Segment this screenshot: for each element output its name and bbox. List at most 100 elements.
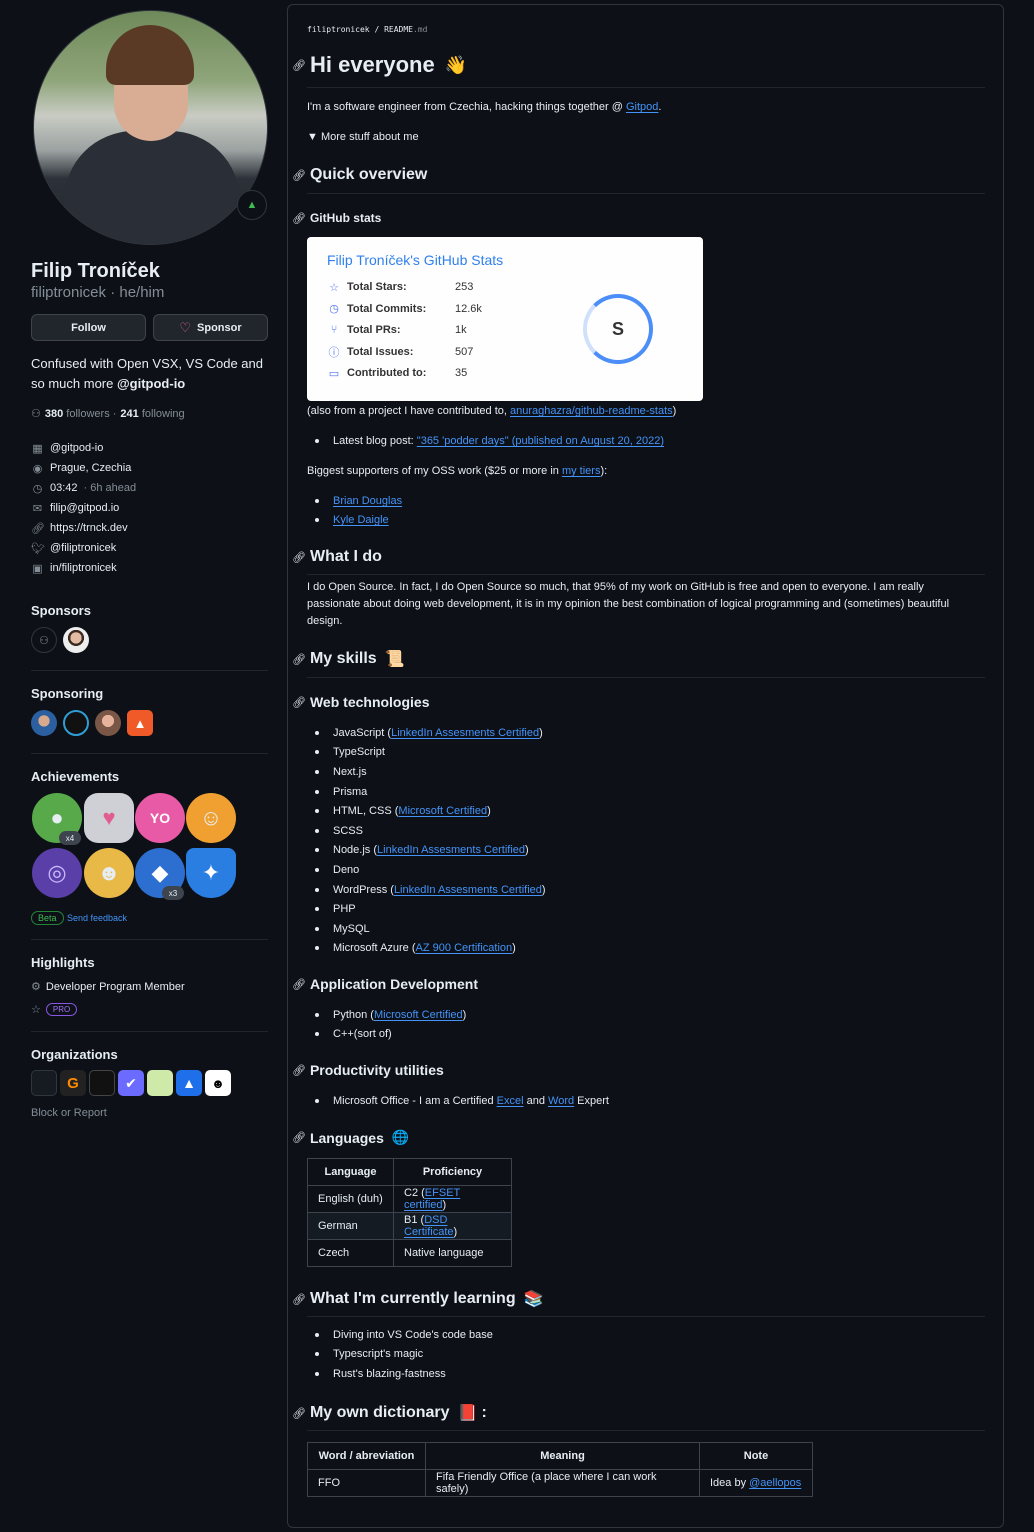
status-emoji-icon[interactable]: ▲ xyxy=(237,190,267,220)
org-avatar[interactable] xyxy=(147,1070,173,1096)
achievement-galaxy-brain-icon[interactable]: ◎ xyxy=(32,848,82,898)
follow-button[interactable]: Follow xyxy=(31,314,146,341)
detail-location: ◉ Prague, Czechia xyxy=(31,458,136,478)
app-skills-list: Python (Microsoft Certified) C++ (sort o… xyxy=(307,1005,466,1044)
excel-link[interactable]: Excel xyxy=(497,1095,524,1107)
bio-org-mention[interactable]: @gitpod-io xyxy=(117,376,185,391)
list-item: SCSS xyxy=(307,821,546,841)
section-divider xyxy=(31,939,268,940)
wave-emoji: 👋 xyxy=(444,54,468,75)
org-avatar-gitpod[interactable]: G xyxy=(60,1070,86,1096)
sponsoring-avatar[interactable] xyxy=(63,710,89,736)
sponsoring-avatar[interactable]: ▲ xyxy=(127,710,153,736)
blog-post-link[interactable]: "365 'podder days" (published on August … xyxy=(417,435,664,447)
history-icon: ◷ xyxy=(329,303,339,315)
sponsoring-avatar[interactable] xyxy=(95,710,121,736)
table-header: Word / abreviation xyxy=(307,1442,426,1470)
readme-stats-link[interactable]: anuraghazra/github-readme-stats xyxy=(510,405,673,417)
org-avatar[interactable] xyxy=(31,1070,57,1096)
skill-name: Next.js xyxy=(333,765,367,778)
anchor-link-icon[interactable]: 🔗︎ xyxy=(292,59,306,72)
triangle-down-icon: ▼ xyxy=(307,131,321,143)
achievement-yolo-icon[interactable]: YO xyxy=(135,793,185,843)
readme-breadcrumb: filiptronicek / README.md xyxy=(307,25,427,34)
detail-email[interactable]: ✉ filip@gitpod.io xyxy=(31,498,136,518)
profile-avatar[interactable] xyxy=(33,10,268,245)
anchor-link-icon[interactable]: 🔗︎ xyxy=(292,1131,306,1144)
anchor-link-icon[interactable]: 🔗︎ xyxy=(292,1293,306,1306)
time-offset: · 6h ahead xyxy=(83,482,137,494)
author-link[interactable]: @aellopos xyxy=(749,1477,801,1489)
send-feedback-link[interactable]: Send feedback xyxy=(67,913,127,923)
achievement-arctic-code-vault-icon[interactable]: ✦ xyxy=(186,848,236,898)
star-icon: ☆ xyxy=(329,281,339,294)
pull-request-icon: ⑂ xyxy=(330,324,338,336)
profile-bio: Confused with Open VSX, VS Code and so m… xyxy=(31,354,268,394)
anchor-link-icon[interactable]: 🔗︎ xyxy=(292,169,306,182)
org-avatar[interactable]: ▲ xyxy=(176,1070,202,1096)
list-item: TypeScript xyxy=(307,743,546,763)
anchor-link-icon[interactable]: 🔗︎ xyxy=(292,551,306,564)
detail-website[interactable]: 🔗︎ https://trnck.dev xyxy=(31,518,136,538)
detail-text: filip@gitpod.io xyxy=(50,502,120,514)
followers-link[interactable]: 380 followers · xyxy=(45,408,117,420)
anchor-link-icon[interactable]: 🔗︎ xyxy=(292,212,306,225)
highlight-developer-program[interactable]: ⚙ Developer Program Member xyxy=(31,980,185,994)
org-avatar[interactable] xyxy=(89,1070,115,1096)
gitpod-link[interactable]: Gitpod xyxy=(626,101,658,113)
repo-icon: ▭ xyxy=(328,367,340,380)
word-link[interactable]: Word xyxy=(548,1095,574,1107)
achievement-quickdraw-icon[interactable]: ☺ xyxy=(186,793,236,843)
cpu-icon: ⚙ xyxy=(31,981,41,993)
cert-link[interactable]: LinkedIn Assesments Certified xyxy=(391,727,539,739)
sponsor-button[interactable]: ♡ Sponsor xyxy=(153,314,268,341)
highlight-pro: ☆ PRO xyxy=(31,1003,78,1016)
supporter-link[interactable]: Kyle Daigle xyxy=(333,514,389,526)
table-cell: Native language xyxy=(393,1239,512,1267)
cert-link[interactable]: Microsoft Certified xyxy=(374,1009,463,1021)
my-tiers-link[interactable]: my tiers xyxy=(562,465,601,477)
sponsor-avatar-private[interactable]: ⚇ xyxy=(31,627,57,653)
achievement-public-sponsor-icon[interactable]: ♥ xyxy=(84,793,134,843)
block-or-report-link[interactable]: Block or Report xyxy=(31,1107,107,1119)
level-text: B1 xyxy=(404,1214,418,1226)
clock-icon: ◷ xyxy=(32,482,43,495)
achievement-starstruck-icon[interactable]: ☻ xyxy=(84,848,134,898)
cert-link[interactable]: Microsoft Certified xyxy=(398,805,487,817)
detail-linkedin[interactable]: ▣ in/filiptronicek xyxy=(31,558,136,578)
readme-card: filiptronicek / README.md 🔗︎ Hi everyone 👋… xyxy=(287,4,1004,1528)
skill-name: PHP xyxy=(333,903,356,916)
beta-badge: Beta xyxy=(31,911,64,925)
anchor-link-icon[interactable]: 🔗︎ xyxy=(292,1407,306,1420)
cert-link[interactable]: LinkedIn Assesments Certified xyxy=(394,884,542,896)
anchor-link-icon[interactable]: 🔗︎ xyxy=(292,696,306,709)
detail-twitter[interactable]: 🐦︎ @filiptronicek xyxy=(31,538,136,558)
details-toggle[interactable]: ▼ More stuff about me xyxy=(307,129,419,146)
cert-link[interactable]: AZ 900 Certification xyxy=(416,942,513,954)
breadcrumb-user[interactable]: filiptronicek xyxy=(307,25,370,34)
anchor-link-icon[interactable]: 🔗︎ xyxy=(292,1064,306,1077)
sponsor-avatar[interactable] xyxy=(63,627,89,653)
org-avatar[interactable]: ☻ xyxy=(205,1070,231,1096)
detail-company[interactable]: ▦ @gitpod-io xyxy=(31,438,136,458)
heading-rule xyxy=(307,193,985,194)
heading-application-development: 🔗︎ Application Development xyxy=(292,976,478,992)
heading-text: Web technologies xyxy=(309,694,430,710)
learning-list: Diving into VS Code's code base Typescri… xyxy=(307,1325,493,1384)
github-stats-card[interactable]: Filip Troníček's GitHub Stats ☆ Total Sta… xyxy=(307,237,703,401)
breadcrumb-ext: .md xyxy=(412,25,428,34)
cert-link[interactable]: LinkedIn Assesments Certified xyxy=(377,844,525,856)
anchor-link-icon[interactable]: 🔗︎ xyxy=(292,653,306,666)
follow-stats: ⚇ 380 followers · 241 following xyxy=(31,407,185,421)
person-icon: ⚇ xyxy=(39,634,49,647)
skill-name: Deno xyxy=(333,863,360,876)
pro-badge: PRO xyxy=(45,1003,78,1016)
organizations-heading: Organizations xyxy=(31,1047,118,1062)
supporter-link[interactable]: Brian Douglas xyxy=(333,495,402,507)
anchor-link-icon[interactable]: 🔗︎ xyxy=(292,978,306,991)
following-link[interactable]: 241 following xyxy=(120,408,184,420)
skill-name: WordPress xyxy=(333,883,388,896)
table-cell: German xyxy=(307,1212,394,1240)
sponsoring-avatar[interactable] xyxy=(31,710,57,736)
org-avatar-check[interactable]: ✔ xyxy=(118,1070,144,1096)
